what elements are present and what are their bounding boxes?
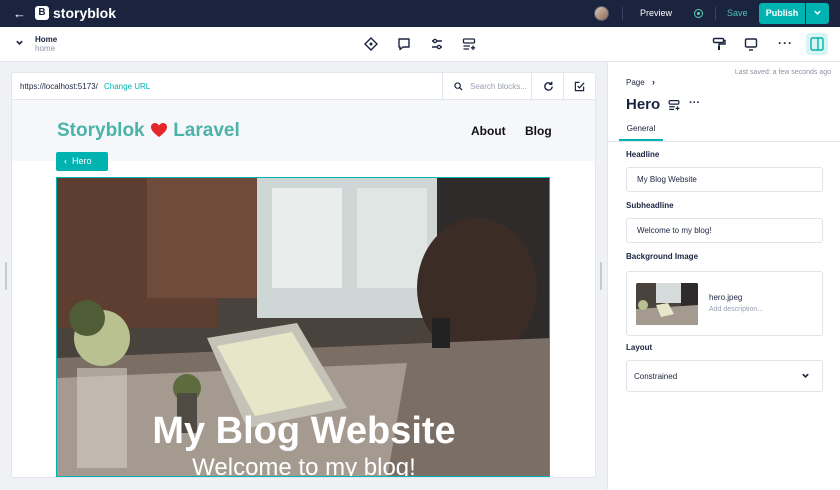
- arrow-left-icon[interactable]: ←: [13, 5, 26, 22]
- more-options-icon[interactable]: ···: [689, 97, 700, 109]
- chevron-down-icon: [814, 10, 821, 15]
- more-options-icon[interactable]: ···: [778, 36, 793, 50]
- nav-link-blog[interactable]: Blog: [525, 124, 552, 138]
- resize-handle-left[interactable]: [5, 262, 7, 290]
- chevron-right-icon: ›: [652, 77, 655, 87]
- asset-field[interactable]: hero.jpeg Add description...: [626, 271, 823, 336]
- asset-thumbnail-image: [636, 283, 698, 325]
- layout-select-value: Constrained: [634, 372, 678, 381]
- tabs-divider: [608, 141, 840, 142]
- sidebar-panel-icon: [810, 37, 824, 51]
- asset-description[interactable]: Add description...: [709, 305, 763, 314]
- divider: [715, 7, 716, 20]
- asset-thumbnail: [636, 283, 698, 325]
- search-input[interactable]: [470, 81, 528, 92]
- site-logo[interactable]: Storyblok Laravel: [57, 120, 240, 142]
- search-blocks: [442, 73, 531, 100]
- heart-icon: [150, 123, 167, 137]
- monitor-icon[interactable]: [743, 36, 759, 52]
- layout-label: Layout: [626, 343, 653, 352]
- resize-handle-right[interactable]: [600, 262, 602, 290]
- hero-title: My Blog Website: [152, 410, 456, 452]
- preview-frame: https://localhost:5173/ Change URL Story…: [12, 73, 595, 477]
- hero-subtitle: Welcome to my blog!: [192, 454, 416, 477]
- headline-label: Headline: [626, 150, 660, 159]
- chevron-down-icon: [802, 373, 809, 378]
- paint-roller-icon[interactable]: [711, 36, 727, 52]
- content-panel: Last saved: a few seconds ago Page › Her…: [607, 62, 840, 490]
- url-bar: https://localhost:5173/ Change URL: [12, 73, 595, 100]
- nav-link-about[interactable]: About: [471, 124, 506, 138]
- asset-file-name: hero.jpeg: [709, 293, 743, 302]
- chevron-down-icon: [16, 40, 23, 45]
- last-saved-text: Last saved: a few seconds ago: [734, 69, 831, 76]
- avatar[interactable]: [594, 6, 609, 21]
- save-button[interactable]: Save: [727, 8, 748, 19]
- background-image-label: Background Image: [626, 252, 699, 261]
- publish-button[interactable]: Publish: [759, 3, 805, 24]
- app-logo-text: storyblok: [53, 5, 117, 21]
- add-block-icon[interactable]: [461, 36, 477, 52]
- tab-general[interactable]: General: [619, 122, 663, 141]
- top-bar: ← B storyblok Preview Save Publish: [0, 0, 840, 27]
- search-icon: [454, 82, 463, 91]
- diamond-icon[interactable]: [363, 36, 379, 52]
- checkbox-edit-icon: [574, 81, 585, 92]
- refresh-icon: [544, 81, 553, 91]
- site-logo-text-after: Laravel: [173, 120, 240, 141]
- breadcrumb[interactable]: Page: [626, 78, 645, 88]
- hero-block-tag[interactable]: ‹ Hero: [56, 152, 108, 171]
- refresh-button[interactable]: [531, 73, 563, 100]
- subheadline-label: Subheadline: [626, 201, 674, 210]
- divider: [622, 7, 623, 20]
- select-mode-button[interactable]: [563, 73, 595, 100]
- site-logo-text-before: Storyblok: [57, 120, 145, 141]
- toggle-panel-button[interactable]: [806, 33, 828, 55]
- comment-icon[interactable]: [396, 36, 412, 52]
- publish-dropdown-button[interactable]: [806, 3, 829, 24]
- hero-block[interactable]: My Blog Website Welcome to my blog!: [56, 177, 550, 477]
- story-menu-toggle[interactable]: [15, 38, 24, 50]
- storyblok-logo-icon: B: [35, 6, 49, 20]
- story-slug: home: [35, 44, 56, 53]
- headline-field[interactable]: [626, 167, 823, 192]
- change-url-link[interactable]: Change URL: [104, 82, 150, 92]
- story-name: Home: [35, 35, 58, 44]
- preview-url: https://localhost:5173/: [20, 82, 98, 91]
- preview-button[interactable]: Preview: [640, 8, 672, 19]
- sliders-icon[interactable]: [429, 36, 445, 52]
- layout-select[interactable]: Constrained: [626, 360, 823, 392]
- status-indicator-icon: [694, 9, 703, 18]
- editor-toolbar: Home home ···: [0, 27, 840, 62]
- block-schema-icon[interactable]: [667, 98, 681, 112]
- hero-tag-label: Hero: [72, 156, 92, 166]
- component-title: Hero: [626, 96, 661, 113]
- subheadline-field[interactable]: [626, 218, 823, 243]
